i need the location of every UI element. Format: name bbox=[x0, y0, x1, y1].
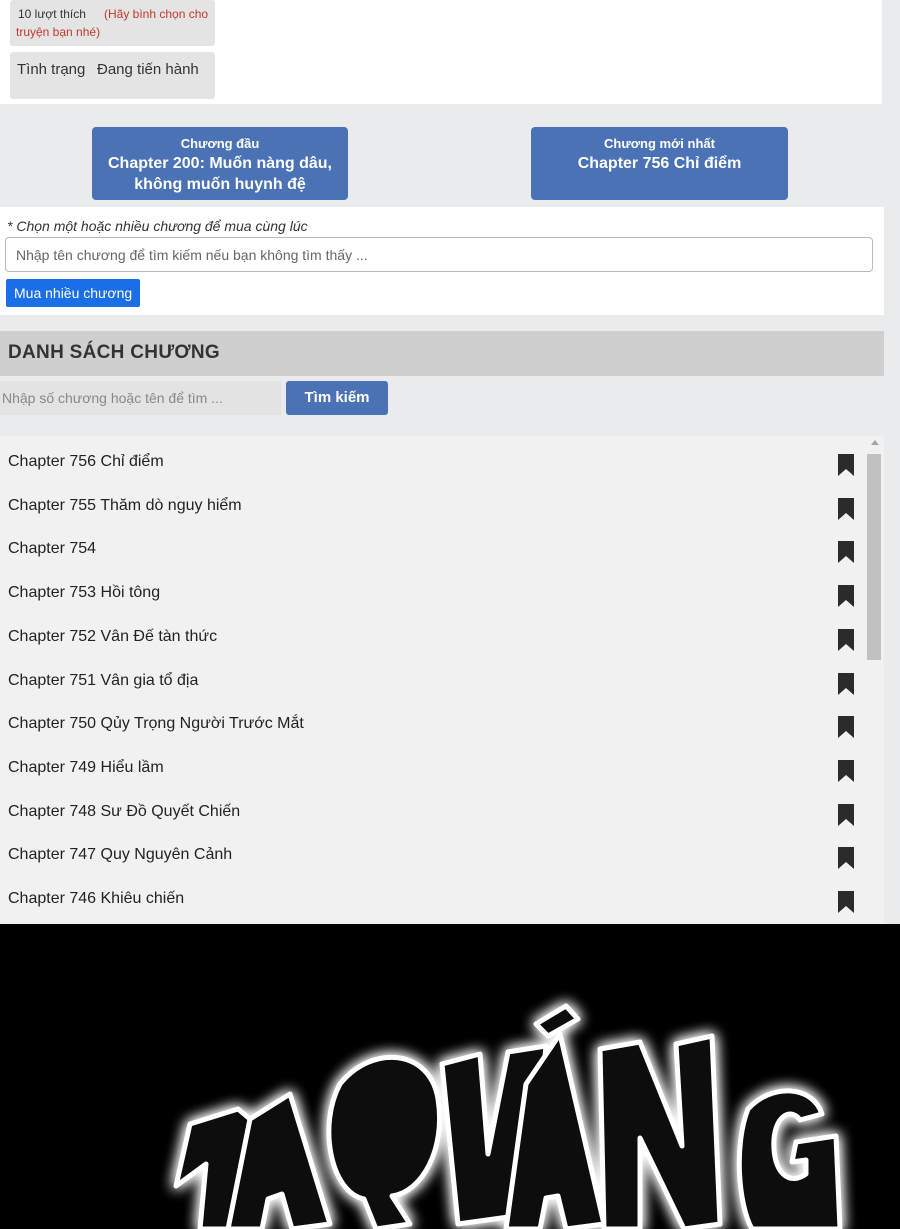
chapter-list: Chapter 756 Chỉ điểm Chapter 755 Thăm dò … bbox=[0, 436, 884, 924]
likes-box: 10 lượt thích (Hãy bình chọn cho truyện … bbox=[10, 0, 215, 46]
buy-panel: * Chọn một hoặc nhiều chương để mua cùng… bbox=[0, 207, 884, 315]
first-chapter-title-line1: Chapter 200: Muốn nàng dâu, bbox=[107, 155, 332, 172]
chapter-list-title: DANH SÁCH CHƯƠNG bbox=[8, 342, 220, 363]
chapter-title[interactable]: Chapter 751 Vân gia tổ địa bbox=[8, 672, 198, 690]
chapter-row[interactable]: Chapter 747 Quy Nguyên Cảnh bbox=[0, 833, 862, 876]
chapter-row[interactable]: Chapter 748 Sư Đồ Quyết Chiến bbox=[0, 790, 862, 833]
vote-prompt-line2[interactable]: truyện bạn nhé) bbox=[16, 23, 100, 41]
chapter-title[interactable]: Chapter 756 Chỉ điểm bbox=[8, 453, 164, 471]
vote-prompt-line1[interactable]: (Hãy bình chọn cho bbox=[104, 5, 208, 23]
chapter-row[interactable]: Chapter 755 Thăm dò nguy hiểm bbox=[0, 484, 862, 527]
chapter-row[interactable]: Chapter 750 Qủy Trọng Người Trước Mắt bbox=[0, 702, 862, 745]
bookmark-icon[interactable] bbox=[838, 454, 854, 476]
chapter-search-input[interactable] bbox=[0, 381, 281, 415]
status-value: Đang tiến hành bbox=[97, 61, 199, 78]
chapter-row[interactable]: Chapter 754 bbox=[0, 527, 862, 570]
chapter-row[interactable]: Chapter 752 Vân Đế tàn thức bbox=[0, 615, 862, 658]
bookmark-icon[interactable] bbox=[838, 803, 854, 826]
story-info-panel: 10 lượt thích (Hãy bình chọn cho truyện … bbox=[0, 0, 882, 104]
bookmark-icon[interactable] bbox=[838, 497, 854, 520]
chapter-row[interactable]: Chapter 753 Hồi tông bbox=[0, 571, 862, 614]
chapter-title[interactable]: Chapter 748 Sư Đồ Quyết Chiến bbox=[8, 803, 240, 821]
chapter-title[interactable]: Chapter 752 Vân Đế tàn thức bbox=[8, 628, 217, 646]
buy-note: * Chọn một hoặc nhiều chương để mua cùng… bbox=[7, 218, 308, 234]
chapter-search-button[interactable]: Tìm kiếm bbox=[286, 381, 388, 415]
buy-multiple-button[interactable]: Mua nhiều chương bbox=[6, 279, 141, 307]
scroll-up-arrow-icon[interactable] bbox=[871, 440, 879, 445]
bookmark-icon[interactable] bbox=[838, 672, 854, 695]
bookmark-icon[interactable] bbox=[838, 541, 854, 564]
comic-title-image bbox=[0, 924, 900, 1229]
bookmark-icon[interactable] bbox=[838, 759, 854, 782]
status-label: Tình trạng bbox=[17, 61, 86, 78]
bookmark-icon[interactable] bbox=[838, 847, 854, 870]
chapter-title[interactable]: Chapter 755 Thăm dò nguy hiểm bbox=[8, 497, 242, 515]
chapter-list-header: DANH SÁCH CHƯƠNG bbox=[0, 331, 884, 376]
latest-chapter-button[interactable]: Chương mới nhất Chapter 756 Chỉ điểm bbox=[531, 127, 788, 200]
chapter-row[interactable]: Chapter 751 Vân gia tổ địa bbox=[0, 659, 862, 702]
chapter-title[interactable]: Chapter 750 Qủy Trọng Người Trước Mắt bbox=[8, 715, 304, 733]
bookmark-icon[interactable] bbox=[838, 628, 854, 651]
chapter-row[interactable]: Chapter 749 Hiểu lầm bbox=[0, 746, 862, 789]
buy-chapter-search-input[interactable] bbox=[5, 237, 873, 272]
chapter-title[interactable]: Chapter 746 Khiêu chiến bbox=[8, 890, 184, 908]
bookmark-icon[interactable] bbox=[838, 716, 854, 739]
latest-chapter-title: Chapter 756 Chỉ điểm bbox=[577, 155, 742, 172]
first-chapter-label: Chương đầu bbox=[180, 136, 260, 151]
bookmark-icon[interactable] bbox=[838, 891, 854, 913]
chapter-title[interactable]: Chapter 747 Quy Nguyên Cảnh bbox=[8, 846, 232, 864]
bookmark-icon[interactable] bbox=[838, 585, 854, 608]
chapter-title[interactable]: Chapter 753 Hồi tông bbox=[8, 584, 160, 602]
chapter-title[interactable]: Chapter 754 bbox=[8, 540, 96, 558]
chapter-title[interactable]: Chapter 749 Hiểu lầm bbox=[8, 759, 164, 777]
comic-logo-art bbox=[173, 1003, 843, 1229]
latest-chapter-label: Chương mới nhất bbox=[604, 136, 715, 151]
status-box: Tình trạng Đang tiến hành bbox=[10, 52, 215, 99]
first-chapter-title-line2: không muốn huynh đệ bbox=[134, 176, 306, 193]
likes-count: 10 lượt thích bbox=[18, 7, 86, 21]
chapter-row[interactable]: Chapter 746 Khiêu chiến bbox=[0, 877, 862, 920]
scrollbar-thumb[interactable] bbox=[867, 454, 881, 660]
first-chapter-button[interactable]: Chương đầu Chapter 200: Muốn nàng dâu, k… bbox=[92, 127, 348, 200]
chapter-row[interactable]: Chapter 756 Chỉ điểm bbox=[0, 440, 862, 483]
